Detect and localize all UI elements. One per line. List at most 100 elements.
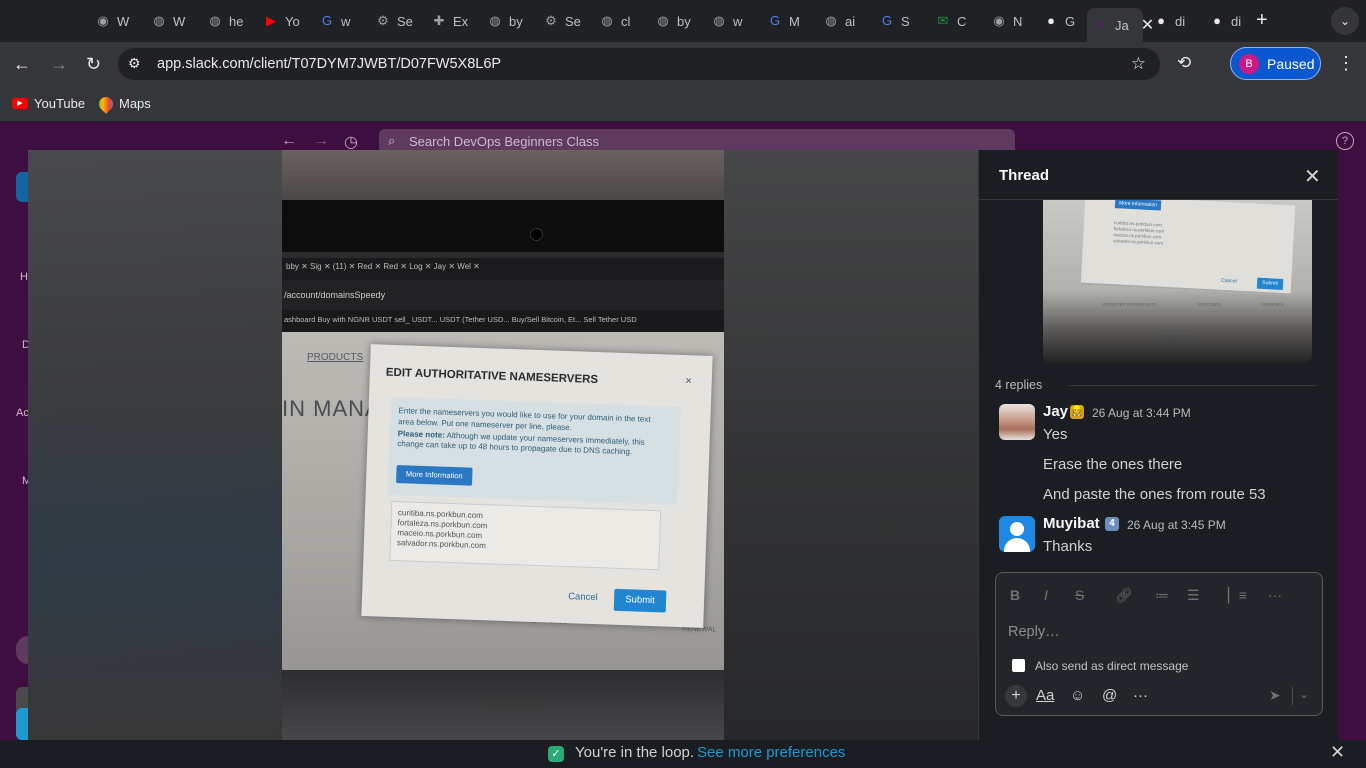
- preferences-link[interactable]: See more preferences: [697, 744, 845, 761]
- strikethrough-icon[interactable]: S: [1075, 587, 1084, 603]
- back-icon[interactable]: ←: [13, 54, 31, 75]
- also-send-label[interactable]: Also send as direct message: [1035, 659, 1188, 673]
- browser-tab[interactable]: ✉ C: [929, 8, 981, 34]
- globe-icon: ◍: [209, 13, 221, 28]
- browser-tab[interactable]: # Ja ✕: [1087, 8, 1154, 42]
- tab-label: by: [509, 13, 523, 29]
- browser-tab[interactable]: ▶ Yo: [257, 8, 309, 34]
- address-bar[interactable]: ⚙ app.slack.com/client/T07DYM7JWBT/D07FW…: [118, 48, 1160, 80]
- browser-tab[interactable]: ◍ by: [649, 8, 701, 34]
- url-text[interactable]: app.slack.com/client/T07DYM7JWBT/D07FW5X…: [157, 56, 501, 72]
- puzzle-icon: ✚: [433, 13, 445, 28]
- thread-image-thumbnail[interactable]: More Information curitiba.ns.porkbun.com…: [1043, 200, 1312, 363]
- image-viewer: bby ✕ Sig ✕ (11) ✕ Red ✕ Red ✕ Log ✕ Jay…: [28, 150, 978, 740]
- image-viewer-overlay: bby ✕ Sig ✕ (11) ✕ Red ✕ Red ✕ Log ✕ Jay…: [28, 150, 1338, 740]
- divider: [1069, 385, 1317, 386]
- chrome-icon: ◉: [993, 13, 1005, 28]
- message-timestamp[interactable]: 26 Aug at 3:44 PM: [1092, 406, 1191, 420]
- tab-search-button[interactable]: ⌄: [1331, 7, 1359, 35]
- browser-tab[interactable]: ● di: [1203, 8, 1255, 34]
- browser-tab[interactable]: ⚙ Se: [369, 8, 421, 34]
- tab-label: Yo: [285, 13, 300, 29]
- tab-label: Ja: [1115, 17, 1129, 33]
- photo-cancel-text: Cancel: [567, 591, 598, 604]
- message-timestamp[interactable]: 26 Aug at 3:45 PM: [1127, 518, 1226, 532]
- blockquote-icon[interactable]: ▏≡: [1228, 587, 1247, 604]
- ordered-list-icon[interactable]: ≔: [1155, 587, 1169, 604]
- help-icon[interactable]: ?: [1336, 132, 1354, 150]
- emoji-icon[interactable]: ☺: [1070, 687, 1085, 704]
- photo-dialog-info: Enter the nameservers you would like to …: [387, 396, 681, 505]
- add-workspace-button[interactable]: [16, 636, 28, 664]
- message-author[interactable]: Muyibat: [1043, 515, 1100, 532]
- browser-tab[interactable]: GM: [761, 8, 813, 34]
- construction-worker-icon: 👷: [1070, 405, 1084, 419]
- browser-tab[interactable]: ● di: [1147, 8, 1199, 34]
- history-icon[interactable]: ◷: [344, 132, 358, 152]
- browser-tab[interactable]: ◍ by: [481, 8, 533, 34]
- italic-icon[interactable]: I: [1044, 587, 1048, 603]
- browser-tab[interactable]: ◍ w: [705, 8, 757, 34]
- profile-button[interactable]: B Paused: [1230, 47, 1321, 80]
- bold-icon[interactable]: B: [1010, 587, 1020, 603]
- tab-label: Se: [565, 13, 581, 29]
- browser-menu-icon[interactable]: ⋮: [1337, 53, 1355, 74]
- chevron-down-icon[interactable]: ⌄: [1299, 687, 1309, 701]
- google-icon: G: [881, 13, 893, 28]
- browser-tab[interactable]: Gw: [313, 8, 365, 34]
- user-avatar[interactable]: [16, 708, 28, 740]
- mention-icon[interactable]: @: [1102, 687, 1117, 704]
- globe-icon: ◍: [825, 13, 837, 28]
- browser-tab[interactable]: ◍ ai: [817, 8, 869, 34]
- browser-tab[interactable]: ◍ W: [145, 8, 197, 34]
- bookmark-youtube[interactable]: ▶ YouTube: [12, 96, 85, 111]
- browser-tab[interactable]: ◉ N: [985, 8, 1037, 34]
- forward-icon[interactable]: →: [313, 132, 329, 150]
- reload-icon[interactable]: ↻: [86, 54, 101, 75]
- shared-photo[interactable]: bby ✕ Sig ✕ (11) ✕ Red ✕ Red ✕ Log ✕ Jay…: [282, 150, 724, 740]
- tab-label: W: [117, 13, 130, 29]
- reply-input[interactable]: Reply…: [1008, 624, 1060, 640]
- bullet-list-icon[interactable]: ☰: [1187, 587, 1200, 604]
- new-tab-button[interactable]: +: [1256, 9, 1268, 32]
- back-icon[interactable]: ←: [281, 132, 297, 150]
- message-text: And paste the ones from route 53: [1043, 486, 1266, 503]
- workspace-icon[interactable]: [16, 172, 28, 202]
- forward-icon[interactable]: →: [50, 54, 68, 75]
- photo-products-link: PRODUCTS: [307, 352, 364, 363]
- photo-dialog: EDIT AUTHORITATIVE NAMESERVERS × Enter t…: [361, 344, 713, 628]
- thumbnail-laptop-label: MacBook Air: [1163, 335, 1197, 341]
- thumbnail-submit: Submit: [1256, 277, 1284, 291]
- globe-icon: ◍: [489, 13, 501, 28]
- more-icon[interactable]: ···: [1133, 687, 1148, 704]
- site-settings-icon[interactable]: ⚙: [128, 55, 141, 72]
- also-send-checkbox[interactable]: [1012, 659, 1025, 672]
- message-text: Thanks: [1043, 538, 1093, 555]
- bookmark-maps[interactable]: Maps: [96, 93, 151, 114]
- history-icon[interactable]: ⟲: [1177, 53, 1191, 73]
- avatar[interactable]: [999, 516, 1035, 552]
- browser-tab[interactable]: ✚ Ex: [425, 8, 477, 34]
- close-icon[interactable]: ✕: [1304, 164, 1321, 189]
- photo-dialog-title: EDIT AUTHORITATIVE NAMESERVERS: [385, 366, 599, 387]
- sidebar-label-home[interactable]: H: [20, 271, 28, 283]
- gear-icon: ⚙: [377, 13, 389, 28]
- browser-tab[interactable]: ◍ he: [201, 8, 253, 34]
- github-icon: ●: [1047, 13, 1055, 28]
- browser-tab[interactable]: ◍ cl: [593, 8, 645, 34]
- link-icon[interactable]: 🔗︎: [1115, 587, 1133, 604]
- browser-tab[interactable]: ● G: [1037, 8, 1089, 34]
- avatar[interactable]: [999, 404, 1035, 440]
- browser-tab[interactable]: ◉ W: [89, 8, 141, 34]
- sidebar-label-activity[interactable]: Ac: [16, 407, 29, 419]
- close-icon[interactable]: ✕: [1330, 742, 1345, 763]
- more-icon[interactable]: ···: [1268, 587, 1282, 603]
- bookmark-star-icon[interactable]: ☆: [1131, 54, 1146, 74]
- thumbnail-footer: REGISTRY EXPIRE DATE STATUSES RENEWAL: [1043, 296, 1312, 326]
- send-icon[interactable]: ➤: [1269, 687, 1281, 704]
- text-format-icon[interactable]: Aa: [1036, 687, 1054, 704]
- browser-tab[interactable]: GS: [873, 8, 925, 34]
- message-author[interactable]: Jay: [1043, 403, 1068, 420]
- browser-tab[interactable]: ⚙ Se: [537, 8, 589, 34]
- plus-icon[interactable]: +: [1005, 685, 1027, 707]
